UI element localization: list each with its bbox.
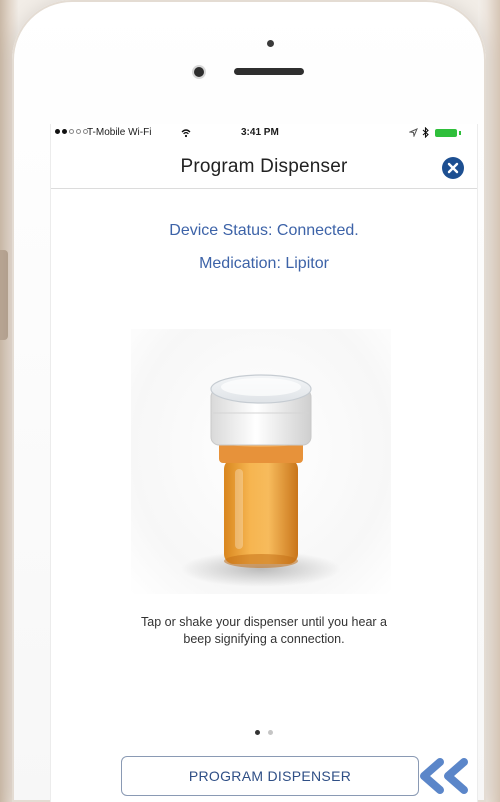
- wifi-icon: [181, 129, 191, 138]
- app-screen: T-Mobile Wi-Fi 3:41 PM Program Dispenser: [50, 124, 478, 802]
- page-dot-inactive: [268, 730, 273, 735]
- signal-strength-icon: [55, 129, 88, 134]
- bluetooth-icon: [422, 127, 429, 138]
- earpiece-speaker: [234, 68, 304, 75]
- product-mockup: T-Mobile Wi-Fi 3:41 PM Program Dispenser: [0, 0, 500, 802]
- status-bar: T-Mobile Wi-Fi 3:41 PM: [51, 124, 477, 144]
- navigation-bar: Program Dispenser: [51, 146, 477, 189]
- battery-tip: [459, 131, 461, 135]
- front-sensor: [267, 40, 274, 47]
- dispenser-illustration: [131, 329, 391, 594]
- medication-text: Medication: Lipitor: [199, 255, 329, 272]
- double-chevron-left-icon: [420, 758, 468, 794]
- page-dot-active: [255, 730, 260, 735]
- program-dispenser-button[interactable]: PROGRAM DISPENSER: [121, 756, 419, 796]
- pill-bottle-icon: [181, 374, 341, 587]
- carrier-name: T-Mobile Wi-Fi: [87, 127, 152, 138]
- device-status-text: Device Status: Connected.: [169, 222, 359, 239]
- close-icon: [447, 162, 459, 174]
- page-indicator: [255, 730, 273, 735]
- connection-instructions: Tap or shake your dispenser until you he…: [141, 615, 387, 646]
- phone-side-button: [0, 250, 8, 340]
- phone-frame: T-Mobile Wi-Fi 3:41 PM Program Dispenser: [12, 0, 486, 802]
- close-button[interactable]: [442, 157, 464, 179]
- page-title: Program Dispenser: [180, 156, 348, 177]
- battery-icon: [435, 129, 457, 137]
- location-arrow-icon: [409, 128, 418, 137]
- front-camera: [194, 67, 204, 77]
- status-time: 3:41 PM: [241, 127, 279, 138]
